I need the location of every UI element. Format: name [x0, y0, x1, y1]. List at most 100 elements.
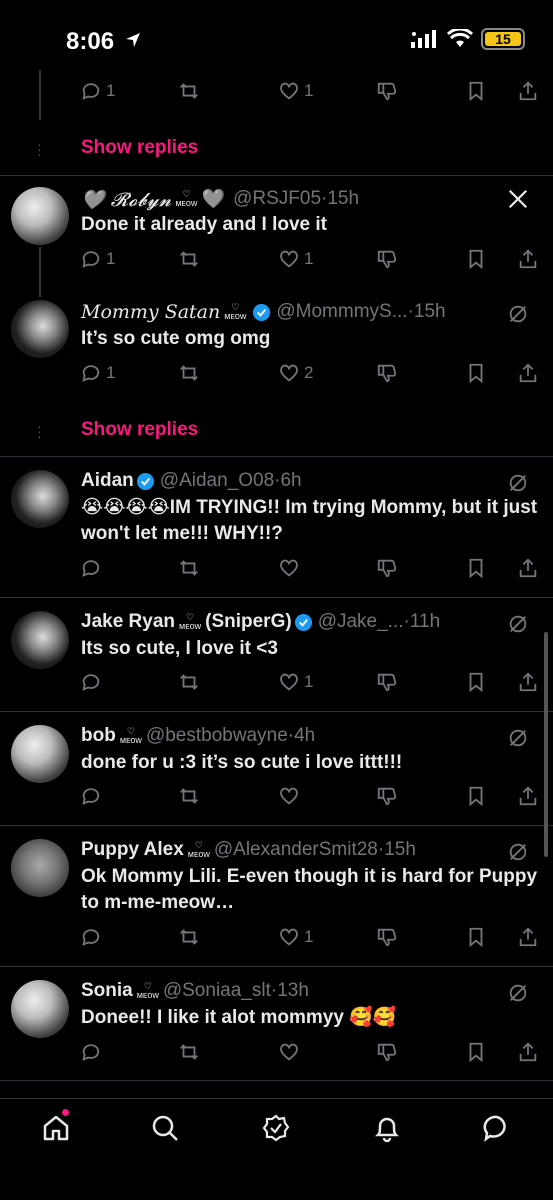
divider [0, 825, 553, 826]
show-replies-link[interactable]: Show replies [81, 137, 198, 159]
bookmark-button[interactable] [465, 557, 487, 579]
display-name-suffix: (SniperG) [205, 611, 292, 632]
handle[interactable]: @bestbobwayne [146, 725, 288, 747]
display-name[interactable]: bob [81, 725, 116, 747]
reply-button[interactable] [80, 671, 102, 693]
grok-icon[interactable] [507, 472, 529, 494]
share-button[interactable] [517, 671, 539, 693]
share-button[interactable] [517, 362, 539, 384]
home-icon[interactable] [41, 1113, 71, 1143]
reply-icon [82, 365, 100, 382]
search-icon[interactable] [150, 1113, 180, 1143]
bookmark-icon [469, 672, 483, 693]
share-button[interactable] [517, 926, 539, 948]
bookmark-icon [469, 363, 483, 384]
handle[interactable]: @RSJF05 [233, 188, 321, 210]
grok-icon[interactable] [507, 727, 529, 749]
bookmark-button[interactable] [465, 248, 487, 270]
x-logo-icon[interactable] [507, 188, 529, 210]
handle[interactable]: @Soniaa_slt [163, 980, 271, 1002]
like-button[interactable]: 1 [278, 926, 313, 948]
avatar[interactable] [11, 470, 69, 528]
avatar[interactable] [11, 725, 69, 783]
repost-icon [180, 674, 198, 690]
repost-button[interactable] [178, 80, 200, 102]
heart-icon [280, 250, 298, 268]
like-button[interactable]: 1 [278, 248, 313, 270]
handle[interactable]: @MommmyS... [276, 301, 407, 323]
share-button[interactable] [517, 80, 539, 102]
display-name[interactable]: Sonia [81, 980, 133, 1002]
reply-button[interactable] [80, 926, 102, 948]
like-button[interactable]: 1 [278, 671, 313, 693]
like-button[interactable] [278, 557, 300, 579]
scrollbar[interactable] [544, 632, 548, 857]
display-name[interactable]: 𝑀𝑜𝑚𝑚𝑦 𝑆𝑎𝑡𝑎𝑛 [81, 301, 220, 323]
bookmark-button[interactable] [465, 1041, 487, 1063]
grok-icon[interactable] [507, 303, 529, 325]
like-button[interactable]: 2 [278, 362, 313, 384]
repost-button[interactable] [178, 926, 200, 948]
notifications-bell-icon[interactable] [372, 1113, 402, 1143]
handle[interactable]: @Jake_... [318, 611, 404, 633]
repost-icon [180, 560, 198, 576]
reply-button[interactable] [80, 785, 102, 807]
reply-icon [82, 788, 100, 805]
bookmark-button[interactable] [465, 671, 487, 693]
downvote-button[interactable] [376, 671, 398, 693]
reply-button[interactable] [80, 1041, 102, 1063]
downvote-button[interactable] [376, 926, 398, 948]
verified-badge-icon [136, 472, 154, 490]
avatar[interactable] [11, 300, 69, 358]
repost-button[interactable] [178, 248, 200, 270]
share-button[interactable] [517, 557, 539, 579]
tweet-header: bob ♡ ᴍᴇᴏᴡ @bestbobwayne · 4h [81, 725, 315, 747]
bookmark-button[interactable] [465, 362, 487, 384]
downvote-button[interactable] [376, 1041, 398, 1063]
share-button[interactable] [517, 1041, 539, 1063]
bookmark-button[interactable] [465, 80, 487, 102]
bookmark-button[interactable] [465, 785, 487, 807]
downvote-button[interactable] [376, 248, 398, 270]
repost-button[interactable] [178, 557, 200, 579]
display-name[interactable]: 🩶 𝓡𝓸𝓫𝔂𝓷 [81, 188, 171, 211]
display-name[interactable]: Aidan [81, 470, 134, 492]
repost-button[interactable] [178, 362, 200, 384]
repost-button[interactable] [178, 785, 200, 807]
like-button[interactable] [278, 1041, 300, 1063]
tweet-header: Puppy Alex ♡ ᴍᴇᴏᴡ @AlexanderSmit28 · 15h [81, 839, 416, 861]
like-count: 1 [304, 672, 314, 691]
downvote-button[interactable] [376, 785, 398, 807]
reply-button[interactable]: 1 [80, 248, 115, 270]
like-button[interactable]: 1 [278, 80, 313, 102]
grok-icon[interactable] [507, 841, 529, 863]
divider [0, 456, 553, 457]
grok-icon[interactable] [507, 982, 529, 1004]
reply-icon [82, 929, 100, 946]
downvote-button[interactable] [376, 362, 398, 384]
like-button[interactable] [278, 785, 300, 807]
bookmark-button[interactable] [465, 926, 487, 948]
avatar[interactable] [11, 839, 69, 897]
share-button[interactable] [517, 248, 539, 270]
reply-button[interactable]: 1 [80, 80, 115, 102]
avatar[interactable] [11, 611, 69, 669]
reply-button[interactable] [80, 557, 102, 579]
repost-icon [180, 251, 198, 267]
handle[interactable]: @Aidan_O08 [160, 470, 274, 492]
reply-button[interactable]: 1 [80, 362, 115, 384]
messages-icon[interactable] [482, 1113, 512, 1143]
repost-button[interactable] [178, 671, 200, 693]
avatar[interactable] [11, 187, 69, 245]
show-replies-link[interactable]: Show replies [81, 419, 198, 441]
share-button[interactable] [517, 785, 539, 807]
display-name[interactable]: Jake Ryan [81, 611, 175, 633]
display-name[interactable]: Puppy Alex [81, 839, 184, 861]
verified-orgs-icon[interactable] [261, 1113, 291, 1143]
repost-button[interactable] [178, 1041, 200, 1063]
grok-icon[interactable] [507, 613, 529, 635]
handle[interactable]: @AlexanderSmit28 [214, 839, 378, 861]
avatar[interactable] [11, 980, 69, 1038]
downvote-button[interactable] [376, 557, 398, 579]
downvote-button[interactable] [376, 80, 398, 102]
